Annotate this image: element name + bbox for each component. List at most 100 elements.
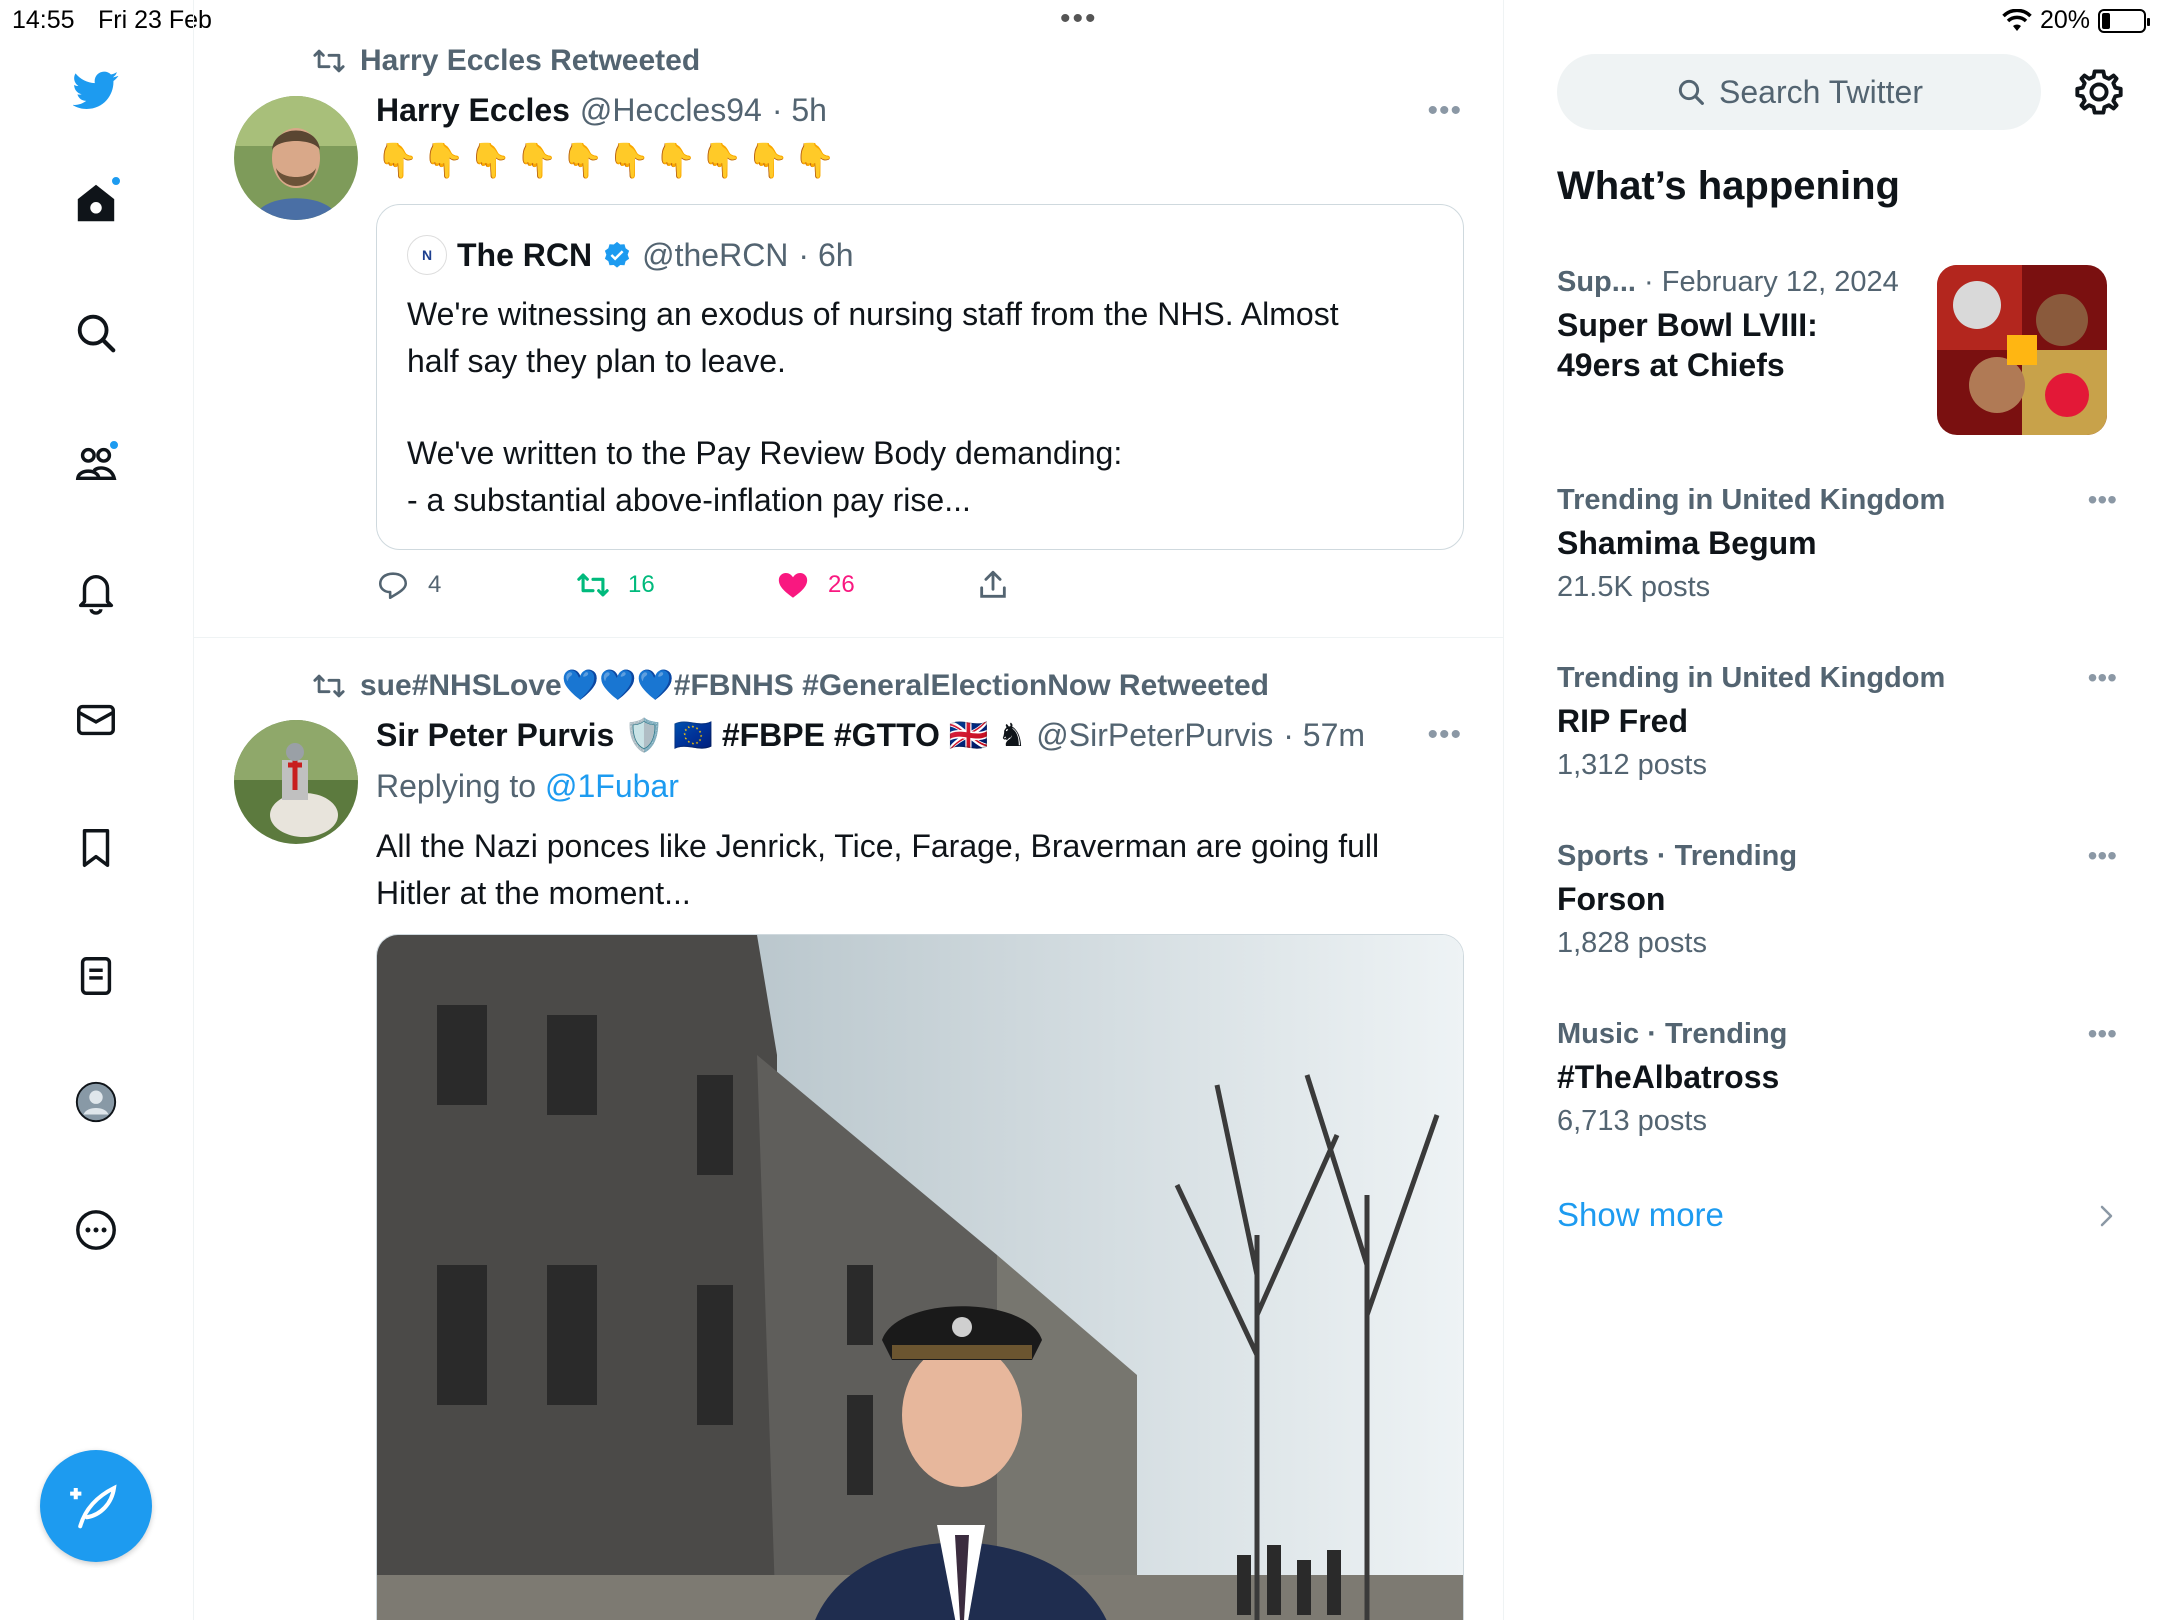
twitter-logo-icon[interactable] bbox=[66, 60, 126, 120]
trend-context: Sup... · February 12, 2024 bbox=[1557, 266, 1917, 299]
quoted-line-2: half say they plan to leave. bbox=[407, 343, 786, 379]
trend-more-icon[interactable]: ••• bbox=[2088, 662, 2117, 694]
trend-topic: Super Bowl LVIII: 49ers at Chiefs bbox=[1557, 305, 1917, 385]
quoted-display-name: The RCN bbox=[457, 236, 593, 273]
retweet-button[interactable]: 16 bbox=[576, 568, 655, 602]
timeline[interactable]: Harry Eccles Retweeted Harry Eccles @Hec… bbox=[194, 0, 1504, 1620]
super-bowl-thumbnail-image[interactable] bbox=[1937, 265, 2107, 435]
retweet-icon bbox=[577, 573, 609, 597]
reply-button[interactable]: 4 bbox=[376, 568, 441, 602]
trend-post-count: 1,312 posts bbox=[1557, 749, 1707, 781]
trend-more-icon[interactable]: ••• bbox=[2088, 840, 2117, 872]
more-options-icon[interactable] bbox=[66, 1200, 126, 1260]
like-count: 26 bbox=[828, 571, 855, 598]
rcn-logo-icon: N bbox=[407, 235, 447, 275]
trend-topic: RIP Fred bbox=[1557, 703, 1688, 739]
quoted-tweet-text: We're witnessing an exodus of nursing st… bbox=[407, 291, 1437, 524]
trend-item[interactable]: Music · Trending #TheAlbatross 6,713 pos… bbox=[1557, 1018, 2117, 1138]
tweet-header: Sir Peter Purvis 🛡️ 🇪🇺 #FBPE #GTTO 🇬🇧 ♞ … bbox=[376, 716, 1365, 754]
tweet-body: 👇👇👇👇👇👇👇👇👇👇 bbox=[376, 142, 840, 180]
trend-context: Trending in United Kingdom bbox=[1557, 662, 1946, 694]
home-icon[interactable] bbox=[66, 173, 126, 233]
left-navigation bbox=[0, 0, 194, 1620]
replying-to-label: Replying to bbox=[376, 768, 537, 804]
trend-item[interactable]: Sports · Trending Forson 1,828 posts ••• bbox=[1557, 840, 2117, 960]
trend-context-label: Sup... bbox=[1557, 266, 1636, 298]
trend-topic: #TheAlbatross bbox=[1557, 1059, 1780, 1095]
bookmarks-icon[interactable] bbox=[66, 818, 126, 878]
retweet-count: 16 bbox=[628, 571, 655, 598]
trend-topic-line-1: Super Bowl LVIII: bbox=[1557, 307, 1818, 343]
handle[interactable]: @Heccles94 bbox=[580, 92, 762, 129]
tweet-divider bbox=[194, 637, 1503, 638]
trend-item[interactable]: Trending in United Kingdom RIP Fred 1,31… bbox=[1557, 662, 2117, 782]
retweeted-by-label[interactable]: Harry Eccles Retweeted bbox=[360, 44, 700, 78]
display-name[interactable]: Harry Eccles bbox=[376, 92, 570, 129]
search-input[interactable]: Search Twitter bbox=[1557, 54, 2041, 130]
reply-icon bbox=[378, 572, 408, 600]
like-button[interactable]: 26 bbox=[776, 568, 855, 602]
trend-more-icon[interactable]: ••• bbox=[2088, 484, 2117, 516]
trend-topic-line-2: 49ers at Chiefs bbox=[1557, 347, 1785, 383]
search-placeholder: Search Twitter bbox=[1719, 73, 1923, 110]
trend-context: Sports · Trending bbox=[1557, 840, 1798, 872]
share-button[interactable] bbox=[976, 568, 1010, 602]
trend-post-count: 1,828 posts bbox=[1557, 927, 1707, 959]
timestamp[interactable]: · 57m bbox=[1283, 717, 1365, 754]
lists-icon[interactable] bbox=[66, 946, 126, 1006]
display-name[interactable]: Sir Peter Purvis bbox=[376, 717, 614, 754]
chevron-right-icon[interactable] bbox=[2095, 1200, 2119, 1232]
quoted-line-3: We've written to the Pay Review Body dem… bbox=[407, 435, 1123, 471]
right-sidebar: Search Twitter What’s happening Sup... ·… bbox=[1505, 0, 2160, 1620]
compose-feather-icon bbox=[70, 1484, 117, 1529]
communities-icon[interactable] bbox=[66, 433, 126, 493]
tweet-body: All the Nazi ponces like Jenrick, Tice, … bbox=[376, 823, 1379, 917]
retweet-context: sue#NHSLove💙💙💙#FBNHS #GeneralElectionNow… bbox=[313, 668, 1269, 703]
replying-to: Replying to @1Fubar bbox=[376, 763, 679, 810]
share-icon bbox=[980, 570, 1006, 598]
handle[interactable]: @SirPeterPurvis bbox=[1036, 717, 1273, 754]
compose-tweet-button[interactable] bbox=[40, 1450, 152, 1562]
notifications-bell-icon[interactable] bbox=[66, 562, 126, 622]
replying-to-handle[interactable]: @1Fubar bbox=[545, 768, 679, 804]
messages-envelope-icon[interactable] bbox=[66, 690, 126, 750]
trend-context: Music · Trending bbox=[1557, 1018, 1788, 1050]
trend-post-count: 6,713 posts bbox=[1557, 1105, 1707, 1137]
show-more-link[interactable]: Show more bbox=[1557, 1196, 1724, 1234]
heart-icon bbox=[778, 572, 808, 598]
timestamp[interactable]: · 5h bbox=[772, 92, 827, 129]
avatar[interactable] bbox=[234, 720, 358, 844]
tweet-more-icon[interactable]: ••• bbox=[1427, 94, 1462, 128]
trend-context: Trending in United Kingdom bbox=[1557, 484, 1946, 516]
tweet-header: Harry Eccles @Heccles94 · 5h bbox=[376, 92, 827, 129]
search-icon bbox=[1678, 79, 1704, 105]
quoted-handle: @theRCN bbox=[642, 236, 789, 273]
retweet-icon bbox=[313, 674, 345, 697]
quoted-line-1: We're witnessing an exodus of nursing st… bbox=[407, 296, 1339, 332]
tweet-media-image[interactable] bbox=[376, 934, 1464, 1620]
avatar[interactable] bbox=[234, 96, 358, 220]
whats-happening-heading: What’s happening bbox=[1557, 164, 1900, 208]
trend-item[interactable]: Sup... · February 12, 2024 Super Bowl LV… bbox=[1557, 266, 1917, 385]
settings-gear-icon[interactable] bbox=[2073, 66, 2125, 118]
quoted-timestamp: · 6h bbox=[798, 236, 854, 273]
trend-item[interactable]: Trending in United Kingdom Shamima Begum… bbox=[1557, 484, 2117, 604]
quoted-tweet-header: N The RCN @theRCN · 6h bbox=[407, 235, 854, 275]
display-name-suffix: 🛡️ 🇪🇺 #FBPE #GTTO 🇬🇧 ♞ bbox=[624, 717, 1027, 753]
quoted-tweet[interactable]: N The RCN @theRCN · 6h We're witnessing … bbox=[376, 204, 1464, 550]
home-badge bbox=[110, 175, 122, 187]
trend-topic: Forson bbox=[1557, 881, 1666, 917]
communities-badge bbox=[108, 439, 120, 451]
tweet-more-icon[interactable]: ••• bbox=[1427, 718, 1462, 752]
reply-count: 4 bbox=[428, 571, 442, 598]
trend-post-count: 21.5K posts bbox=[1557, 571, 1711, 603]
retweeted-by-label[interactable]: sue#NHSLove💙💙💙#FBNHS #GeneralElectionNow… bbox=[360, 668, 1269, 703]
tweet-actions: 4 16 26 bbox=[376, 568, 1376, 608]
search-explore-icon[interactable] bbox=[66, 303, 126, 363]
profile-avatar-icon[interactable] bbox=[66, 1072, 126, 1132]
verified-badge-icon bbox=[604, 241, 630, 268]
trend-context-date: · February 12, 2024 bbox=[1644, 266, 1899, 298]
trend-more-icon[interactable]: ••• bbox=[2088, 1018, 2117, 1050]
trend-topic: Shamima Begum bbox=[1557, 525, 1817, 561]
tweet-body-line-1: All the Nazi ponces like Jenrick, Tice, … bbox=[376, 828, 1380, 864]
